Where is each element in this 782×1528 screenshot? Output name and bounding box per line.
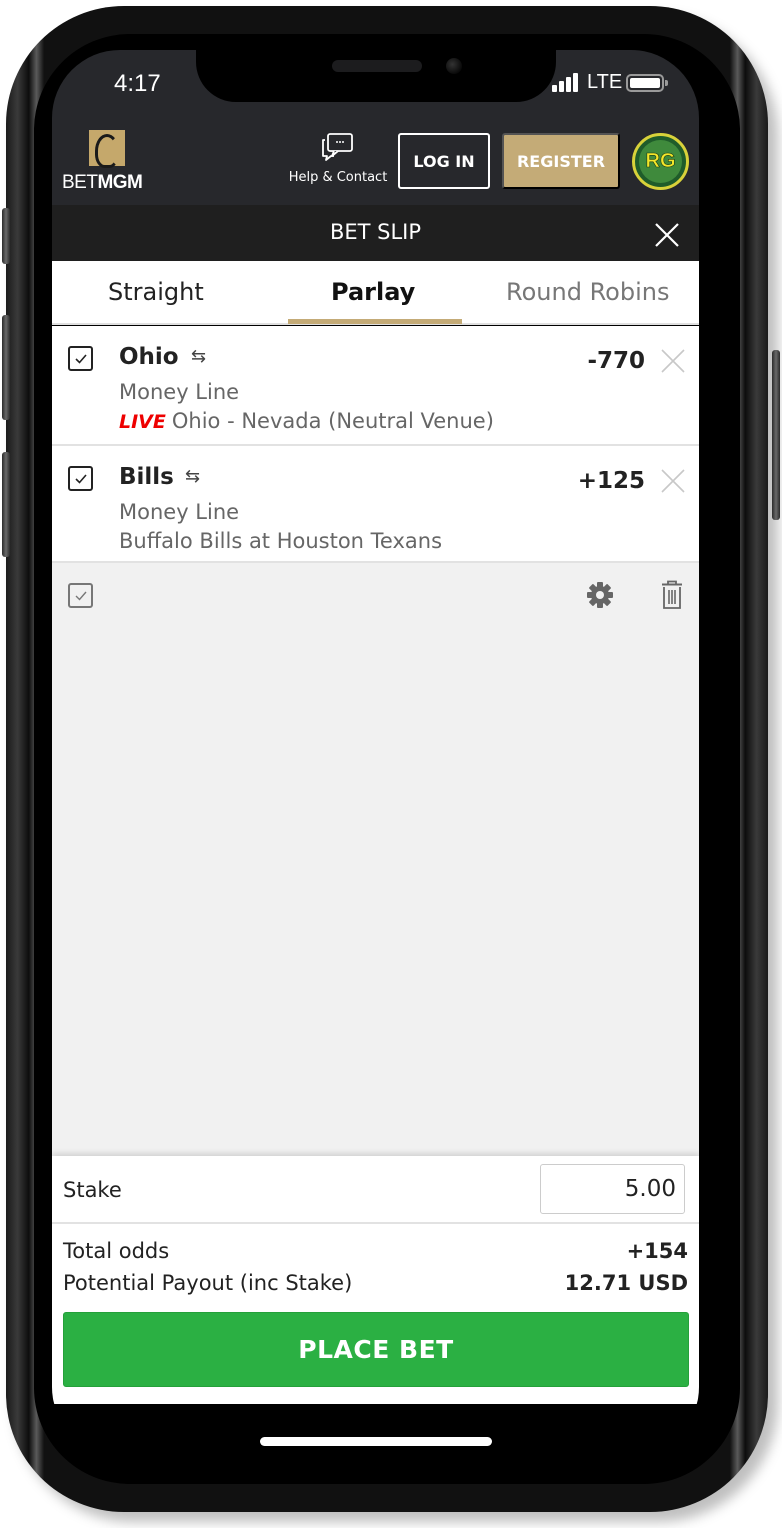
status-time: 4:17 [114, 70, 161, 97]
speaker [332, 60, 422, 72]
bet-selection: Bills ⇆ Money Line Buffalo Bills at Hous… [52, 446, 699, 563]
bet-slip-header: BET SLIP [52, 205, 699, 261]
payout-label: Potential Payout (inc Stake) [63, 1271, 353, 1295]
responsible-gaming-badge[interactable]: RG [632, 133, 689, 190]
selection-event: Buffalo Bills at Houston Texans [119, 529, 443, 553]
selection-name: Ohio [119, 344, 179, 370]
selection-market: Money Line [119, 380, 240, 404]
total-odds-label: Total odds [63, 1239, 170, 1263]
payout-currency: USD [638, 1271, 688, 1295]
stake-input[interactable] [540, 1164, 685, 1214]
select-all-checkbox[interactable] [68, 583, 93, 608]
notch [196, 50, 556, 102]
front-camera [446, 58, 462, 74]
close-icon[interactable] [654, 222, 680, 248]
payout-value: 12.71 USD [565, 1271, 688, 1295]
tab-straight[interactable]: Straight [108, 278, 204, 306]
place-bet-button[interactable]: PLACE BET [63, 1312, 689, 1387]
event-name: Ohio - Nevada (Neutral Venue) [171, 409, 494, 433]
selection-odds: +125 [577, 468, 645, 494]
app-header: 4:17 LTE BETMGM Help & Contact LOG IN RE… [52, 50, 699, 205]
network-type: LTE [587, 71, 623, 93]
remove-selection-icon[interactable] [660, 468, 686, 494]
logo-wordmark: BETMGM [62, 172, 143, 194]
slip-toolbar [52, 563, 699, 1156]
bet-summary-panel: Stake Total odds +154 Potential Payout (… [52, 1156, 699, 1404]
check-icon [74, 473, 87, 484]
power-button [772, 350, 780, 520]
trash-icon[interactable] [660, 580, 684, 610]
signal-icon [552, 72, 578, 92]
register-button[interactable]: REGISTER [502, 133, 620, 189]
total-odds-value: +154 [626, 1239, 688, 1263]
rg-badge-text: RG [639, 140, 682, 183]
chat-bubbles-icon [322, 133, 353, 161]
swap-icon[interactable]: ⇆ [191, 346, 206, 367]
volume-up-button [2, 315, 10, 420]
payout-amount: 12.71 [564, 1271, 632, 1295]
selection-checkbox[interactable] [68, 466, 93, 491]
bet-slip-title: BET SLIP [329, 220, 422, 244]
volume-down-button [2, 452, 10, 557]
logo-text-mgm: MGM [97, 172, 143, 193]
lion-logo-icon [89, 130, 125, 168]
check-icon [74, 353, 87, 364]
selection-odds: -770 [587, 348, 645, 374]
active-tab-indicator [288, 319, 462, 324]
divider [52, 1222, 699, 1224]
live-badge: LIVE [119, 411, 166, 433]
phone-screen: 4:17 LTE BETMGM Help & Contact LOG IN RE… [52, 50, 699, 1455]
selection-name: Bills [119, 464, 174, 490]
mute-switch [2, 208, 10, 264]
help-contact-button[interactable]: Help & Contact [286, 132, 390, 185]
swap-icon[interactable]: ⇆ [185, 466, 200, 487]
remove-selection-icon[interactable] [660, 348, 686, 374]
gear-icon[interactable] [586, 581, 614, 609]
login-button[interactable]: LOG IN [398, 133, 490, 189]
tab-round-robins[interactable]: Round Robins [506, 278, 669, 306]
bet-type-tabs: Straight Parlay Round Robins [52, 261, 699, 325]
betmgm-logo[interactable]: BETMGM [62, 130, 157, 194]
tab-parlay[interactable]: Parlay [331, 278, 415, 306]
battery-icon [626, 74, 668, 92]
home-indicator[interactable] [260, 1437, 492, 1446]
bet-selection: Ohio ⇆ Money Line LIVE Ohio - Nevada (Neu… [52, 326, 699, 446]
selection-event: LIVE Ohio - Nevada (Neutral Venue) [119, 409, 494, 433]
selection-checkbox[interactable] [68, 346, 93, 371]
stake-label: Stake [63, 1178, 122, 1202]
logo-text-bet: BET [62, 172, 98, 193]
home-indicator-area [52, 1404, 699, 1455]
help-label: Help & Contact [288, 170, 388, 185]
check-icon [75, 591, 87, 601]
selection-market: Money Line [119, 500, 240, 524]
